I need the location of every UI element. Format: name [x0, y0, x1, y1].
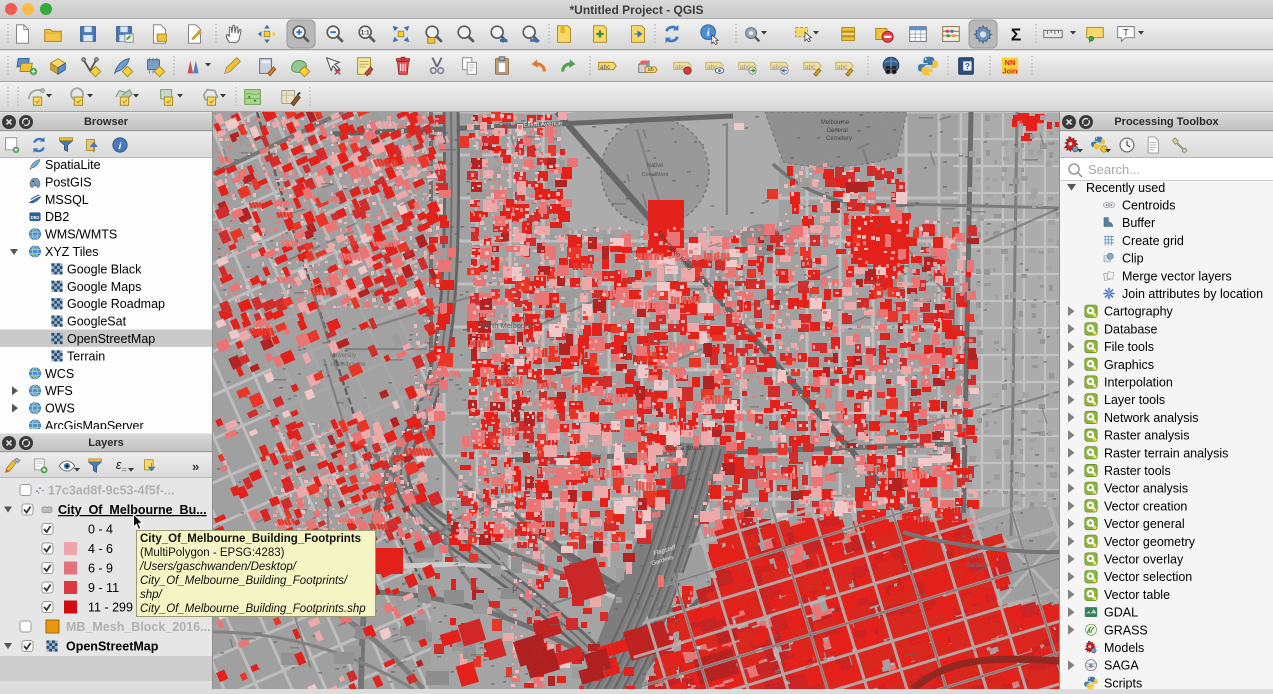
svg-text:Centroids: Centroids [1122, 199, 1176, 213]
svg-text:Clip: Clip [1122, 252, 1144, 266]
svg-text:GRASS: GRASS [1104, 623, 1148, 637]
svg-text:Raster analysis: Raster analysis [1104, 429, 1189, 443]
svg-text:WFS: WFS [45, 384, 73, 398]
svg-text:Google Maps: Google Maps [67, 280, 141, 294]
svg-text:Layer tools: Layer tools [1104, 393, 1165, 407]
svg-text:Create grid: Create grid [1122, 234, 1184, 248]
svg-text:abc: abc [600, 64, 611, 71]
svg-text:abc: abc [837, 64, 848, 71]
svg-text:Raster terrain analysis: Raster terrain analysis [1104, 446, 1228, 460]
svg-text:Join: Join [1002, 66, 1018, 75]
svg-text:Search...: Search... [1088, 162, 1140, 177]
svg-text:Vector overlay: Vector overlay [1104, 553, 1184, 567]
svg-text:Graphics: Graphics [1104, 358, 1154, 372]
svg-text:i: i [707, 28, 710, 39]
svg-text:Vector analysis: Vector analysis [1104, 482, 1188, 496]
svg-text:Vector table: Vector table [1104, 588, 1170, 602]
svg-text:OpenStreetMap: OpenStreetMap [66, 640, 159, 654]
svg-text:1:1: 1:1 [361, 30, 370, 36]
svg-text:Vector general: Vector general [1104, 517, 1185, 531]
svg-text:Merge vector layers: Merge vector layers [1122, 269, 1232, 283]
svg-text:ε: ε [116, 458, 122, 472]
svg-text:Network analysis: Network analysis [1104, 411, 1198, 425]
svg-text:Google Black: Google Black [67, 262, 142, 276]
svg-text:Vector selection: Vector selection [1104, 570, 1192, 584]
svg-text:OpenStreetMap: OpenStreetMap [67, 332, 155, 346]
svg-text:SpatiaLite: SpatiaLite [45, 158, 101, 172]
svg-text:Database: Database [1104, 322, 1158, 336]
svg-text:0 - 4: 0 - 4 [88, 523, 113, 537]
svg-text:i: i [119, 141, 122, 152]
svg-text:MB_Mesh_Block_2016...: MB_Mesh_Block_2016... [66, 620, 211, 634]
svg-text:Vector geometry: Vector geometry [1104, 535, 1196, 549]
svg-text:SAGA: SAGA [1104, 659, 1139, 673]
svg-text:DB2: DB2 [31, 215, 40, 220]
svg-text:Recently used: Recently used [1086, 181, 1165, 195]
svg-text:MSSQL: MSSQL [45, 193, 89, 207]
svg-text:S: S [1089, 663, 1093, 669]
svg-text:6 - 9: 6 - 9 [88, 562, 113, 576]
svg-text:11 - 299: 11 - 299 [88, 601, 133, 615]
svg-text:17c3ad8f-9c53-4f5f-...: 17c3ad8f-9c53-4f5f-... [48, 484, 174, 498]
svg-text:?: ? [965, 62, 970, 71]
svg-text:Σ: Σ [1011, 24, 1021, 44]
svg-text:Interpolation: Interpolation [1104, 376, 1173, 390]
svg-text:DB2: DB2 [45, 210, 69, 224]
svg-text:Scripts: Scripts [1104, 676, 1142, 689]
svg-text:Raster tools: Raster tools [1104, 464, 1171, 478]
svg-text:File tools: File tools [1104, 340, 1154, 354]
svg-text:Join attributes by location: Join attributes by location [1122, 287, 1263, 301]
svg-text:GDAL: GDAL [1104, 606, 1138, 620]
svg-text:Models: Models [1104, 641, 1144, 655]
svg-text:Google Roadmap: Google Roadmap [67, 297, 165, 311]
svg-text:OWS: OWS [45, 402, 75, 416]
svg-text:WMS/WMTS: WMS/WMTS [45, 228, 117, 242]
svg-text:ab: ab [648, 67, 654, 73]
svg-text:WCS: WCS [45, 367, 74, 381]
svg-text:9 - 11: 9 - 11 [88, 581, 119, 595]
svg-text:abc: abc [805, 64, 816, 71]
svg-text:T: T [1123, 27, 1129, 37]
svg-text:ArcGisMapServer: ArcGisMapServer [45, 419, 144, 429]
svg-text:Vector creation: Vector creation [1104, 499, 1187, 513]
svg-text:XYZ Tiles: XYZ Tiles [45, 245, 99, 259]
svg-text:Buffer: Buffer [1122, 216, 1155, 230]
svg-text:»: » [192, 459, 199, 474]
svg-text:Terrain: Terrain [67, 349, 105, 363]
svg-text:Cartography: Cartography [1104, 305, 1174, 319]
svg-text:PostGIS: PostGIS [45, 175, 92, 189]
svg-text:4 - 6: 4 - 6 [88, 542, 113, 556]
svg-text:GoogleSat: GoogleSat [67, 315, 127, 329]
